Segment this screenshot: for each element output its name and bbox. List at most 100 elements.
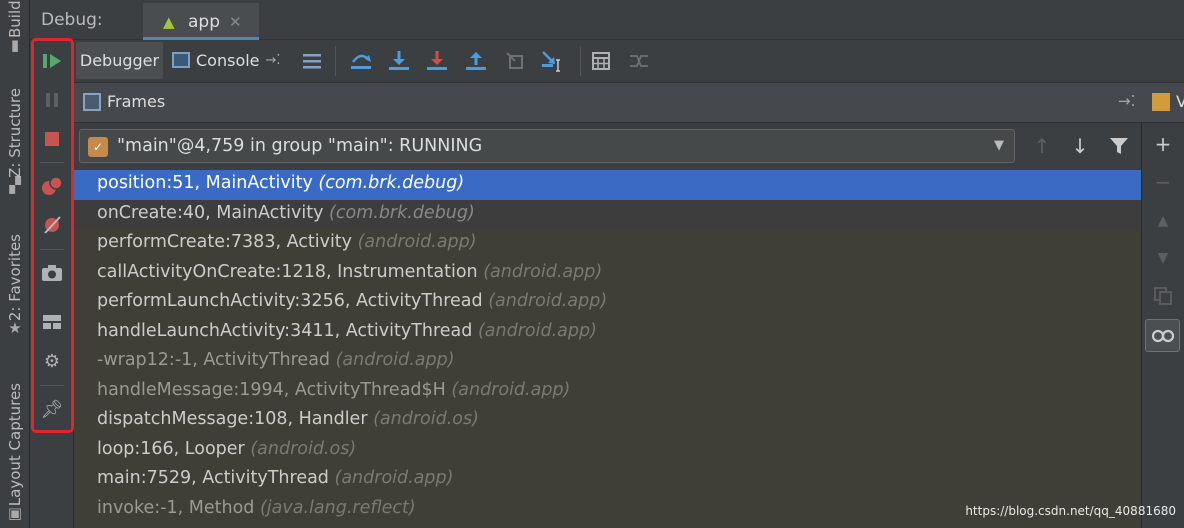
frame-method: -wrap12:-1, ActivityThread — [97, 350, 331, 370]
frame-text: -wrap12:-1, ActivityThread (android.app) — [97, 350, 455, 370]
frame-row-7[interactable]: handleMessage:1994, ActivityThread$H (an… — [74, 377, 1141, 407]
frame-text: invoke:-1, Method (java.lang.reflect) — [97, 498, 416, 518]
gear-icon: ⚙ — [43, 350, 61, 372]
stop-icon — [45, 132, 59, 146]
move-watch-up-button[interactable]: ▲ — [1148, 206, 1178, 236]
favorites-tab[interactable]: 2: Favorites ★ — [0, 234, 30, 352]
plus-icon: + — [1154, 132, 1172, 156]
arrow-down-icon: ↓ — [1071, 134, 1089, 158]
pause-program-button[interactable] — [37, 85, 67, 115]
console-icon — [172, 52, 190, 68]
structure-tab-label: Z: Structure — [6, 88, 24, 178]
view-breakpoints-button[interactable] — [37, 171, 67, 201]
arrow-right-icon: →⁚ — [265, 52, 281, 68]
arrow-up-icon: ↑ — [1033, 134, 1051, 158]
stream-trace-icon — [630, 55, 648, 67]
settings-button[interactable]: ⚙ — [37, 346, 67, 376]
tab-debugger[interactable]: Debugger — [76, 42, 163, 79]
step-out-button[interactable] — [463, 49, 489, 73]
android-icon: ▲ — [163, 13, 175, 31]
force-step-into-button[interactable] — [424, 49, 450, 73]
frames-list: position:51, MainActivity (com.brk.debug… — [74, 170, 1141, 528]
resume-icon — [43, 54, 61, 68]
step-over-button[interactable] — [348, 49, 374, 73]
frame-row-3[interactable]: callActivityOnCreate:1218, Instrumentati… — [74, 259, 1141, 289]
breakpoints-icon — [42, 176, 63, 195]
close-icon[interactable]: ✕ — [229, 13, 242, 31]
app-tab-label: app — [188, 12, 220, 32]
frame-package: (android.app) — [477, 320, 597, 341]
copy-icon — [1154, 287, 1172, 305]
frame-row-5[interactable]: handleLaunchActivity:3411, ActivityThrea… — [74, 318, 1141, 348]
minus-icon: − — [1154, 170, 1172, 194]
debugger-toolbar: Debugger Console →⁚ — [74, 40, 1184, 83]
frame-text: handleLaunchActivity:3411, ActivityThrea… — [97, 321, 597, 341]
new-watch-button[interactable]: + — [1148, 129, 1178, 159]
frame-row-10[interactable]: main:7529, ActivityThread (android.app) — [74, 465, 1141, 495]
frame-text: handleMessage:1994, ActivityThread$H (an… — [97, 380, 570, 400]
frame-row-1[interactable]: onCreate:40, MainActivity (com.brk.debug… — [74, 199, 1141, 229]
evaluate-expression-button[interactable] — [588, 49, 614, 73]
frame-text: onCreate:40, MainActivity (com.brk.debug… — [97, 203, 475, 223]
variables-toolbar-strip: + − ▲ ▼ — [1141, 123, 1184, 528]
frame-row-8[interactable]: dispatchMessage:108, Handler (android.os… — [74, 406, 1141, 436]
trace-current-stream-button[interactable] — [626, 49, 652, 73]
mute-breakpoints-button[interactable] — [37, 210, 67, 240]
frame-text: callActivityOnCreate:1218, Instrumentati… — [97, 262, 602, 282]
show-watches-toggle[interactable] — [1145, 319, 1180, 352]
frame-row-6[interactable]: -wrap12:-1, ActivityThread (android.app) — [74, 347, 1141, 377]
frame-method: position:51, MainActivity — [97, 173, 313, 193]
frame-row-9[interactable]: loop:166, Looper (android.os) — [74, 436, 1141, 466]
frame-text: performLaunchActivity:3256, ActivityThre… — [97, 291, 607, 311]
separator — [335, 46, 336, 76]
favorites-tab-label: 2: Favorites — [6, 234, 24, 322]
frame-package: (android.os) — [250, 438, 357, 459]
duplicate-watch-button[interactable] — [1148, 281, 1178, 311]
tab-console[interactable]: Console →⁚ — [172, 48, 281, 72]
frame-text: main:7529, ActivityThread (android.app) — [97, 468, 453, 488]
previous-frame-button[interactable]: ↑ — [1029, 133, 1055, 159]
frame-row-4[interactable]: performLaunchActivity:3256, ActivityThre… — [74, 288, 1141, 318]
frame-package: (android.os) — [373, 409, 479, 429]
frame-method: handleMessage:1994, ActivityThread$H — [97, 379, 446, 400]
frames-panel-header: Frames →⁚ V — [74, 83, 1184, 123]
structure-tab[interactable]: Z: Structure ▞ — [0, 88, 30, 203]
frame-row-0[interactable]: position:51, MainActivity (com.brk.debug… — [74, 170, 1141, 200]
filter-frames-button[interactable] — [1106, 133, 1132, 159]
move-watch-down-button[interactable]: ▼ — [1148, 243, 1178, 273]
step-into-button[interactable] — [386, 49, 412, 73]
frame-package: (android.app) — [335, 350, 455, 370]
frame-package: (android.app) — [488, 291, 608, 311]
restore-panel-icon[interactable]: →⁚ — [1118, 92, 1135, 110]
frame-row-2[interactable]: performCreate:7383, Activity (android.ap… — [74, 229, 1141, 259]
frame-method: performLaunchActivity:3256, ActivityThre… — [97, 291, 483, 311]
frame-method: callActivityOnCreate:1218, Instrumentati… — [97, 261, 478, 282]
separator — [40, 162, 64, 163]
left-tool-stripe: Build ▮ Z: Structure ▞ 2: Favorites ★ La… — [0, 0, 30, 528]
build-tab[interactable]: Build ▮ — [0, 0, 30, 60]
layout-menu-button[interactable] — [299, 49, 325, 73]
restore-layout-button[interactable] — [37, 307, 67, 337]
camera-icon — [42, 265, 62, 281]
thread-selector-dropdown[interactable]: ✓ "main"@4,759 in group "main": RUNNING … — [79, 129, 1015, 163]
pin-icon: 📌︎ — [40, 398, 64, 420]
get-thread-dump-button[interactable] — [37, 258, 67, 288]
stop-button[interactable] — [37, 124, 67, 154]
debug-tool-window: Build ▮ Z: Structure ▞ 2: Favorites ★ La… — [0, 0, 1184, 528]
variables-panel-title: V — [1176, 92, 1184, 111]
frame-package: (android.app) — [334, 468, 454, 488]
layout-captures-tab[interactable]: Layout Captures ▣ — [0, 383, 30, 528]
next-frame-button[interactable]: ↓ — [1067, 133, 1093, 159]
drop-frame-button[interactable] — [502, 49, 528, 73]
frames-panel-title: Frames — [107, 92, 166, 111]
frame-method: performCreate:7383, Activity — [97, 232, 353, 252]
thread-icon: ✓ — [88, 137, 108, 157]
app-session-tab[interactable]: ▲ app ✕ — [143, 3, 259, 40]
pin-tab-button[interactable]: 📌︎ — [37, 394, 67, 424]
remove-watch-button[interactable]: − — [1148, 167, 1178, 197]
frame-package: (android.app) — [357, 232, 477, 252]
frame-method: onCreate:40, MainActivity — [97, 202, 324, 223]
resume-program-button[interactable] — [37, 46, 67, 76]
frame-method: handleLaunchActivity:3411, ActivityThrea… — [97, 320, 473, 341]
run-to-cursor-button[interactable] — [540, 49, 566, 73]
